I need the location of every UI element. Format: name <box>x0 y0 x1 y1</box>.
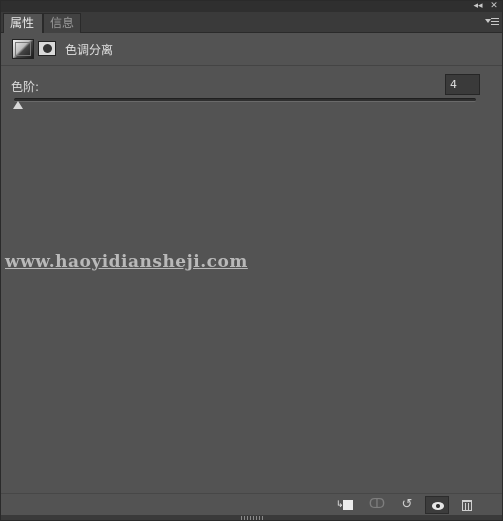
panel-menu-icon[interactable] <box>485 16 499 28</box>
levels-slider-thumb[interactable] <box>13 101 23 109</box>
tab-properties[interactable]: 属性 <box>3 13 43 33</box>
delete-icon[interactable] <box>455 496 479 514</box>
tab-info[interactable]: 信息 <box>43 13 81 33</box>
resize-grip[interactable] <box>241 516 263 520</box>
visibility-eye-icon[interactable] <box>425 496 449 514</box>
panel-footer-toolbar: ↳ ↀ ↺ <box>1 493 502 515</box>
view-previous-state-icon[interactable]: ↀ <box>365 496 389 514</box>
panel-top-strip: ◂◂ ✕ <box>1 1 502 12</box>
panel-tab-bar: 属性 信息 <box>1 12 502 33</box>
levels-slider-track[interactable] <box>14 98 476 102</box>
properties-header: 色调分离 <box>1 34 502 66</box>
levels-value-input[interactable]: 4 <box>445 74 480 95</box>
posterize-adjustment-icon[interactable] <box>12 39 34 59</box>
properties-panel: ◂◂ ✕ 属性 信息 色调分离 色阶: 4 www.haoyidiansheji… <box>0 0 503 521</box>
reset-icon[interactable]: ↺ <box>395 496 419 514</box>
close-panel-icon[interactable]: ✕ <box>487 1 501 12</box>
layer-mask-icon[interactable] <box>38 41 56 56</box>
watermark-text: www.haoyidiansheji.com <box>5 252 248 272</box>
levels-label: 色阶: <box>11 80 40 94</box>
clip-to-layer-icon[interactable]: ↳ <box>335 496 359 514</box>
collapse-panel-icon[interactable]: ◂◂ <box>471 1 485 12</box>
adjustment-title: 色调分离 <box>65 43 114 57</box>
